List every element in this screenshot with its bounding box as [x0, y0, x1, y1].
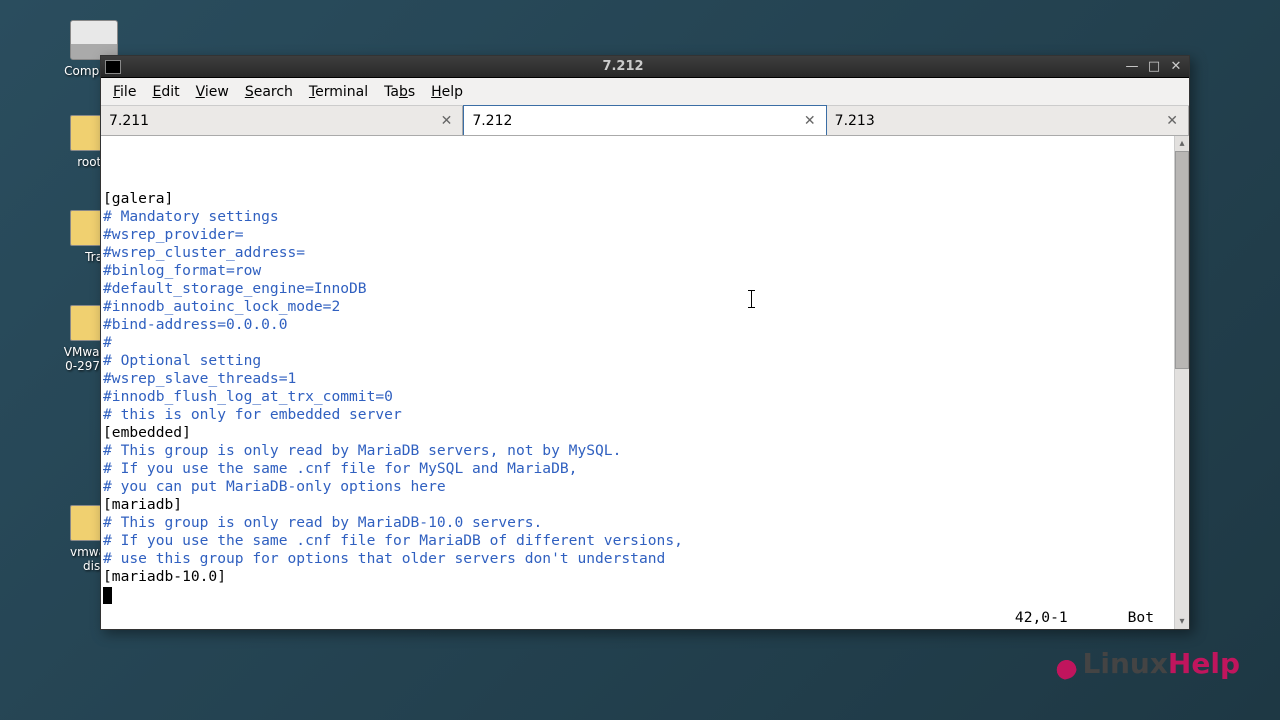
tab-label: 7.213 [835, 113, 875, 129]
menu-file[interactable]: File [107, 82, 142, 102]
editor-line: #wsrep_cluster_address= [103, 244, 1172, 262]
editor-line: # If you use the same .cnf file for MySQ… [103, 460, 1172, 478]
scroll-position: Bot [1128, 609, 1154, 627]
terminal-content[interactable]: [galera]# Mandatory settings#wsrep_provi… [101, 136, 1174, 629]
menu-terminal[interactable]: Terminal [303, 82, 374, 102]
tab-label: 7.211 [109, 113, 149, 129]
tab-label: 7.212 [472, 113, 512, 129]
window-titlebar[interactable]: 7.212 — □ ✕ [101, 56, 1189, 78]
terminal-icon [105, 60, 121, 74]
menu-help[interactable]: Help [425, 82, 469, 102]
editor-line: #binlog_format=row [103, 262, 1172, 280]
menu-tabs[interactable]: Tabs [378, 82, 421, 102]
window-title: 7.212 [121, 59, 1125, 74]
vertical-scrollbar[interactable]: ▴ ▾ [1174, 136, 1189, 629]
scroll-down-icon[interactable]: ▾ [1175, 614, 1189, 629]
editor-line: # This group is only read by MariaDB ser… [103, 442, 1172, 460]
tab-close-icon[interactable]: ✕ [1164, 113, 1180, 129]
scroll-up-icon[interactable]: ▴ [1175, 136, 1189, 151]
menu-view[interactable]: View [190, 82, 235, 102]
editor-line: # you can put MariaDB-only options here [103, 478, 1172, 496]
cursor-position: 42,0-1 [1015, 609, 1068, 627]
tab-7213[interactable]: 7.213 ✕ [827, 106, 1189, 135]
editor-line: #wsrep_slave_threads=1 [103, 370, 1172, 388]
editor-line: #innodb_autoinc_lock_mode=2 [103, 298, 1172, 316]
scrollbar-track[interactable] [1175, 151, 1189, 614]
editor-line: #default_storage_engine=InnoDB [103, 280, 1172, 298]
tab-close-icon[interactable]: ✕ [802, 113, 818, 129]
editor-line: # This group is only read by MariaDB-10.… [103, 514, 1172, 532]
tab-close-icon[interactable]: ✕ [439, 113, 455, 129]
terminal-window: 7.212 — □ ✕ File Edit View Search Termin… [100, 55, 1190, 630]
linuxhelp-logo: LinuxHelp [1053, 647, 1240, 680]
editor-line: [galera] [103, 190, 1172, 208]
editor-line: # If you use the same .cnf file for Mari… [103, 532, 1172, 550]
menu-edit[interactable]: Edit [146, 82, 185, 102]
tab-7212[interactable]: 7.212 ✕ [463, 105, 826, 135]
editor-line: # Mandatory settings [103, 208, 1172, 226]
menu-search[interactable]: Search [239, 82, 299, 102]
editor-line: # this is only for embedded server [103, 406, 1172, 424]
maximize-button[interactable]: □ [1147, 59, 1161, 74]
flame-icon [1049, 646, 1080, 681]
logo-text: LinuxHelp [1083, 647, 1240, 680]
close-button[interactable]: ✕ [1169, 59, 1183, 74]
text-cursor-icon [751, 290, 752, 308]
tabbar: 7.211 ✕ 7.212 ✕ 7.213 ✕ [101, 106, 1189, 136]
menubar: File Edit View Search Terminal Tabs Help [101, 78, 1189, 106]
editor-line: #bind-address=0.0.0.0 [103, 316, 1172, 334]
editor-line: # [103, 334, 1172, 352]
scrollbar-thumb[interactable] [1175, 151, 1189, 369]
block-cursor [103, 587, 112, 604]
editor-line: [embedded] [103, 424, 1172, 442]
computer-icon [70, 20, 118, 60]
editor-line: # Optional setting [103, 352, 1172, 370]
minimize-button[interactable]: — [1125, 59, 1139, 74]
editor-line: #innodb_flush_log_at_trx_commit=0 [103, 388, 1172, 406]
terminal-body: [galera]# Mandatory settings#wsrep_provi… [101, 136, 1189, 629]
cursor-line [103, 586, 1172, 604]
editor-line: [mariadb-10.0] [103, 568, 1172, 586]
editor-line: #wsrep_provider= [103, 226, 1172, 244]
window-controls: — □ ✕ [1125, 59, 1183, 74]
vim-status-line: 42,0-1 Bot [1015, 609, 1158, 629]
editor-line: [mariadb] [103, 496, 1172, 514]
tab-7211[interactable]: 7.211 ✕ [101, 106, 463, 135]
editor-line: # use this group for options that older … [103, 550, 1172, 568]
